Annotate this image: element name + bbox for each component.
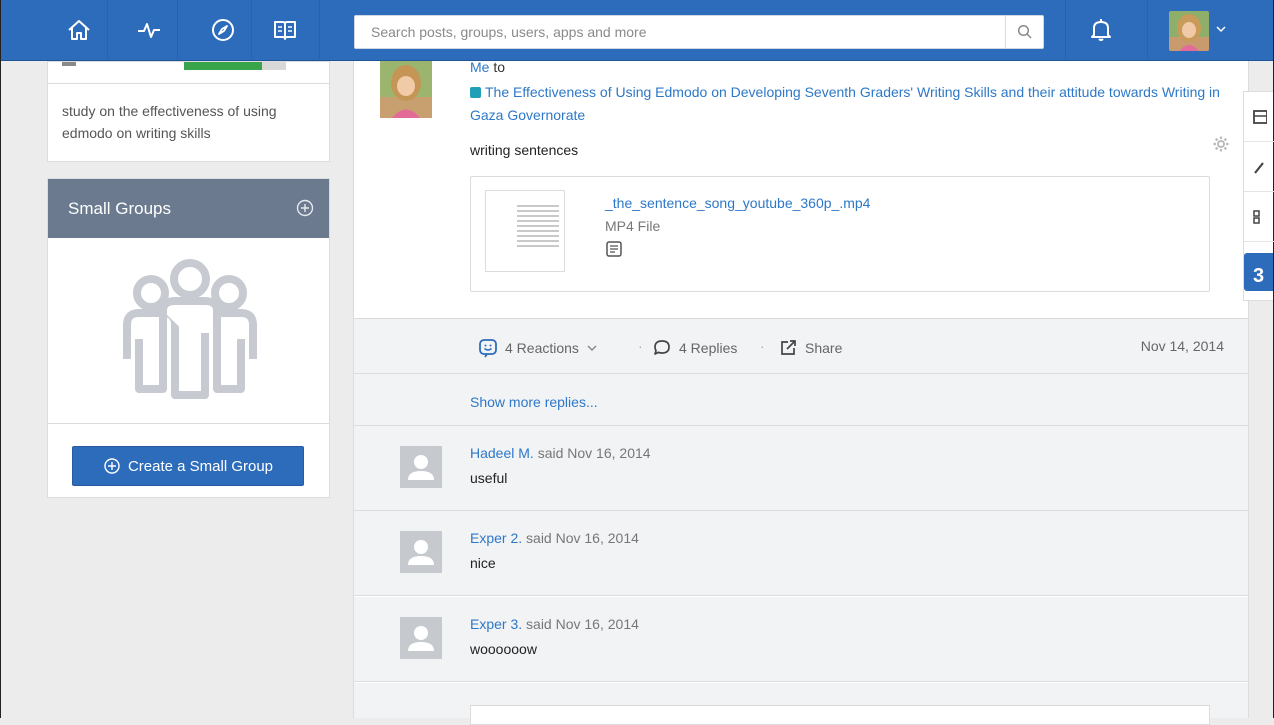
default-avatar-icon[interactable] (400, 446, 442, 488)
people-group-icon (121, 259, 259, 404)
reactions-button[interactable]: 4 Reactions (478, 338, 598, 358)
attachment-filename[interactable]: _the_sentence_song_youtube_360p_.mp4 (605, 195, 870, 211)
reply-item: Hadeel M. said Nov 16, 2014 useful (354, 426, 1248, 511)
post-text: writing sentences (470, 142, 579, 158)
reply-header: Hadeel M. said Nov 16, 2014 (470, 445, 651, 461)
backpack-icon[interactable] (1244, 92, 1274, 142)
reply-author[interactable]: Hadeel M. (470, 445, 534, 461)
reply-text: woooooow (470, 641, 537, 657)
reply-input[interactable] (470, 705, 1210, 725)
add-circle-icon (104, 458, 120, 474)
group-link[interactable]: The Effectiveness of Using Edmodo on Dev… (470, 84, 1220, 123)
activity-icon[interactable] (131, 12, 167, 48)
reply-author[interactable]: Exper 2. (470, 530, 522, 546)
attachment-filetype: MP4 File (605, 218, 661, 234)
attachment-card[interactable]: _the_sentence_song_youtube_360p_.mp4 MP4… (470, 176, 1210, 292)
post-header: Me to (470, 59, 505, 75)
join-code-bar[interactable] (184, 62, 262, 70)
group-description-card: study on the effectiveness of using edmo… (47, 61, 330, 162)
small-groups-title: Small Groups (68, 199, 171, 218)
reply-timestamp: said Nov 16, 2014 (526, 616, 639, 632)
replies-count: 4 Replies (679, 340, 738, 356)
post-actions-bar: 4 Reactions · 4 Replies · Share Nov 14, … (354, 318, 1248, 374)
wrench-icon[interactable] (1244, 142, 1274, 192)
top-navigation-bar (1, 0, 1273, 61)
reply-timestamp: said Nov 16, 2014 (537, 445, 651, 461)
document-icon[interactable] (605, 240, 623, 263)
compass-icon[interactable] (205, 12, 241, 48)
calendar-day: 3 (1252, 265, 1265, 287)
share-label: Share (805, 340, 843, 356)
post-to-word: to (493, 59, 506, 75)
reply-text: useful (470, 470, 508, 486)
reply-composer-area (354, 683, 1248, 725)
comment-icon (654, 340, 670, 355)
create-small-group-label: Create a Small Group (127, 457, 274, 475)
search-icon[interactable] (1005, 16, 1043, 48)
book-icon[interactable] (267, 12, 303, 48)
post-author-link[interactable]: Me (470, 59, 489, 75)
post-group: The Effectiveness of Using Edmodo on Dev… (470, 81, 1230, 127)
calendar-icon[interactable]: 3 (1244, 253, 1273, 291)
show-more-replies-link[interactable]: Show more replies... (470, 394, 598, 410)
bell-icon[interactable] (1083, 12, 1119, 48)
reply-author[interactable]: Exper 3. (470, 616, 522, 632)
share-button[interactable]: Share (778, 338, 842, 358)
search-input[interactable] (369, 16, 989, 48)
default-avatar-icon[interactable] (400, 617, 442, 659)
default-avatar-icon[interactable] (400, 531, 442, 573)
chevron-down-icon[interactable] (1215, 22, 1227, 40)
video-thumbnail[interactable] (485, 190, 565, 272)
group-color-icon (470, 87, 481, 98)
reactions-count: 4 Reactions (505, 340, 579, 356)
reply-timestamp: said Nov 16, 2014 (526, 530, 639, 546)
home-icon[interactable] (61, 12, 97, 48)
chevron-down-icon (587, 345, 597, 351)
small-groups-card: Small Groups Create a Small Group (47, 178, 330, 498)
apps-icon[interactable] (1244, 192, 1274, 242)
gear-icon[interactable] (1212, 135, 1230, 158)
add-circle-icon[interactable] (295, 198, 315, 223)
reply-text: nice (470, 555, 496, 571)
replies-button[interactable]: 4 Replies (652, 338, 737, 358)
create-small-group-button[interactable]: Create a Small Group (72, 446, 304, 486)
user-avatar[interactable] (1169, 11, 1209, 51)
search-bar (354, 15, 1044, 49)
reply-item: Exper 2. said Nov 16, 2014 nice (354, 511, 1248, 596)
post-date: Nov 14, 2014 (1140, 338, 1224, 354)
group-description: study on the effectiveness of using edmo… (62, 103, 277, 141)
reply-item: Exper 3. said Nov 16, 2014 woooooow (354, 597, 1248, 682)
share-icon (781, 340, 796, 355)
smiley-icon (479, 339, 497, 358)
show-more-replies-row: Show more replies... (354, 374, 1248, 426)
reply-header: Exper 3. said Nov 16, 2014 (470, 616, 639, 632)
post-author-avatar[interactable] (380, 61, 432, 118)
small-groups-header: Small Groups (48, 179, 329, 238)
post-card: Me to The Effectiveness of Using Edmodo … (353, 59, 1249, 725)
reply-header: Exper 2. said Nov 16, 2014 (470, 530, 639, 546)
